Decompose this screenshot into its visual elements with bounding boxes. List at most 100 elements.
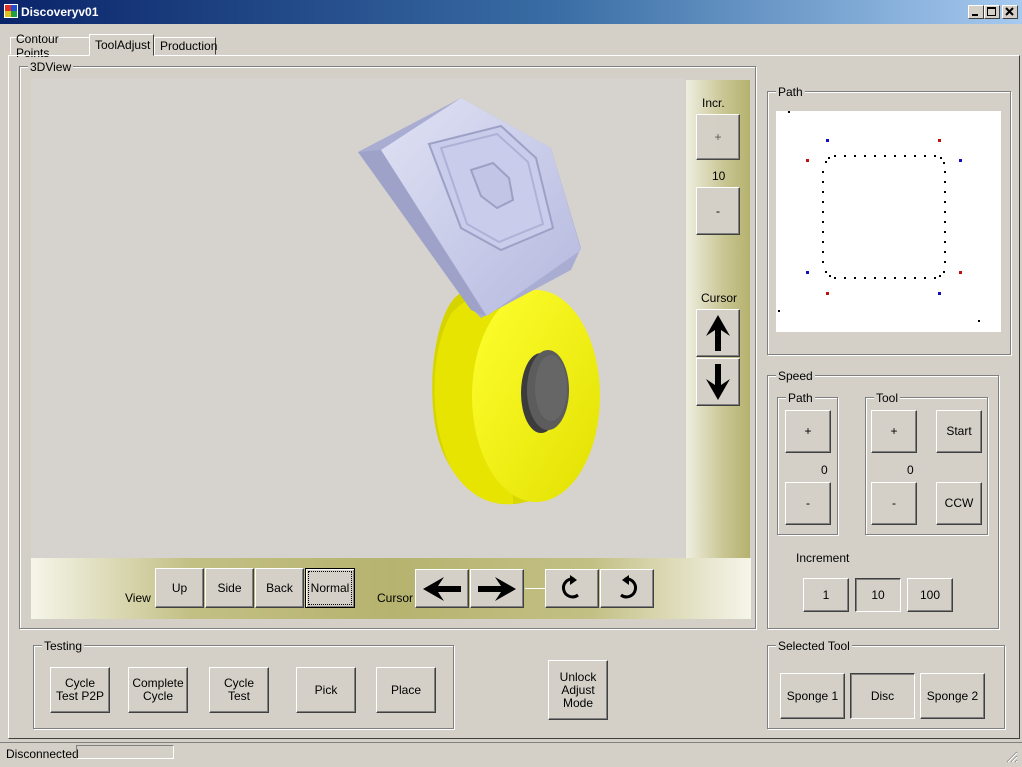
tool-disc-button[interactable]: Disc [850,673,915,719]
view-back-label: Back [266,580,293,595]
cursor-down-button[interactable] [696,358,740,406]
view-label: View [125,591,151,605]
tool-body [358,98,581,318]
tool-start-button[interactable]: Start [936,410,982,453]
tool-sponge-1-label: Sponge 1 [786,688,839,703]
tab-label: ToolAdjust [95,38,151,52]
tool-direction-label: CCW [944,496,974,510]
path-preview[interactable] [776,111,1001,332]
arrow-left-icon [423,576,461,601]
speed-tool-label: Tool [874,391,901,405]
path-speed-value: 0 [821,463,828,477]
tool-speed-minus-button[interactable]: - [871,482,917,525]
view3d-group-label: 3DView [28,60,74,74]
tab-production[interactable]: Production [154,37,218,55]
tool-sponge-2-label: Sponge 2 [926,688,979,703]
cycle-test-p2p-button[interactable]: Cycle Test P2P [50,667,110,713]
maximize-icon [987,7,996,16]
maximize-button[interactable] [984,5,1000,19]
arrow-right-icon [478,576,516,601]
increment-label: Increment [796,551,850,565]
view-side-button[interactable]: Side [205,568,254,608]
vertical-cursor-label: Cursor [701,291,738,305]
path-group-label: Path [776,85,805,99]
cycle-test-label: Cycle Test [223,676,254,703]
rotate-ccw-icon [562,574,579,598]
view-normal-button[interactable]: Normal [305,568,355,608]
path-preview-canvas [778,111,980,322]
horizontal-cursor-label: Cursor [377,591,414,605]
close-icon [1005,7,1014,16]
testing-group-label: Testing [42,639,85,653]
increment-1-label: 1 [822,587,830,602]
complete-cycle-button[interactable]: Complete Cycle [128,667,188,713]
tab-label: Production [160,39,218,53]
pick-button[interactable]: Pick [296,667,356,713]
path-speed-plus-button[interactable]: + [785,410,831,453]
increment-1-button[interactable]: 1 [803,578,849,612]
increment-title: Incr. [702,96,725,110]
minimize-icon [972,14,978,16]
increment-value: 10 [712,169,726,183]
cycle-test-p2p-label: Cycle Test P2P [55,676,105,703]
path-speed-plus-label: + [804,424,812,438]
arrow-up-icon [706,315,730,351]
increment-100-label: 100 [919,587,941,602]
separator [525,588,545,589]
view-side-label: Side [217,580,242,595]
place-label: Place [390,682,422,697]
speed-path-label: Path [786,391,815,405]
tool-sponge-2-button[interactable]: Sponge 2 [920,673,985,719]
status-divider [0,742,1022,743]
cycle-test-button[interactable]: Cycle Test [209,667,269,713]
pick-label: Pick [314,682,338,697]
minimize-button[interactable] [968,5,984,19]
arrow-down-icon [706,364,730,400]
rotate-cw-button[interactable] [600,569,654,608]
window-title: Discoveryv01 [21,5,99,19]
tool-speed-minus-label: - [892,496,896,510]
tab-tooladjust[interactable]: ToolAdjust [89,34,154,56]
3d-viewport[interactable] [31,78,685,558]
increment-10-label: 10 [871,587,885,602]
close-button[interactable] [1002,5,1018,19]
increment-minus-button[interactable]: - [696,187,740,235]
cursor-up-button[interactable] [696,309,740,357]
app-icon [4,4,18,18]
resize-grip-icon[interactable] [1006,751,1018,763]
view-up-button[interactable]: Up [155,568,204,608]
title-bar: Discoveryv01 [0,0,1022,24]
increment-plus-label: + [714,129,722,144]
path-markers [806,139,962,295]
tool-disc-label: Disc [870,688,895,703]
place-button[interactable]: Place [376,667,436,713]
rotate-cw-icon [620,574,637,598]
tool-speed-plus-button[interactable]: + [871,410,917,453]
path-speed-minus-button[interactable]: - [785,482,831,525]
view-normal-label: Normal [310,580,350,595]
cursor-left-button[interactable] [415,569,469,608]
unlock-adjust-mode-button[interactable]: Unlock Adjust Mode [548,660,608,720]
view-back-button[interactable]: Back [255,568,304,608]
path-speed-minus-label: - [806,496,810,510]
increment-100-button[interactable]: 100 [907,578,953,612]
complete-cycle-label: Complete Cycle [132,676,184,703]
increment-10-button[interactable]: 10 [855,578,901,612]
tool-start-label: Start [946,424,972,438]
status-text: Disconnected [6,747,79,761]
3d-scene [358,98,600,505]
increment-minus-label: - [716,203,720,218]
view-up-label: Up [171,580,188,595]
rotate-ccw-button[interactable] [545,569,599,608]
increment-plus-button[interactable]: + [696,114,740,160]
tool-sponge-1-button[interactable]: Sponge 1 [780,673,845,719]
disc-wheel [432,288,600,505]
tool-speed-plus-label: + [890,424,898,438]
path-contour-dots [822,155,946,279]
tab-contour-points[interactable]: Contour Points [10,32,90,60]
tool-speed-value: 0 [907,463,914,477]
speed-group-label: Speed [776,369,815,383]
unlock-adjust-mode-label: Unlock Adjust Mode [559,669,597,710]
tool-direction-button[interactable]: CCW [936,482,982,525]
cursor-right-button[interactable] [470,569,524,608]
